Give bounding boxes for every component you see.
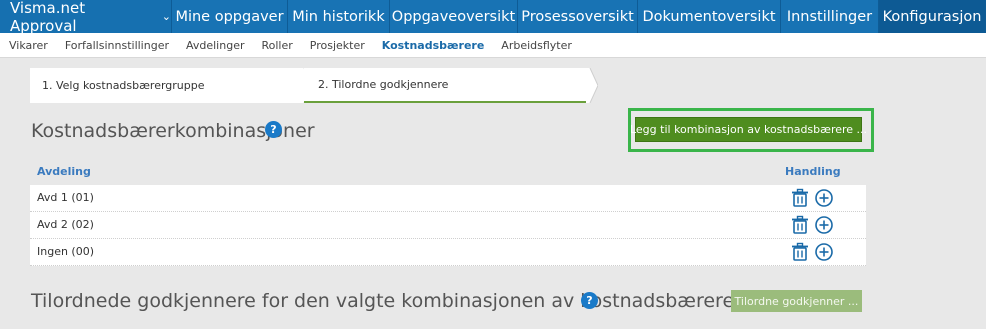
step-1-label: 1. Velg kostnadsbærergruppe: [42, 79, 205, 92]
subnav-roller[interactable]: Roller: [261, 39, 292, 52]
delete-icon[interactable]: [790, 215, 810, 235]
tab-mine-oppgaver[interactable]: Mine oppgaver: [172, 0, 288, 33]
step-2-label: 2. Tilordne godkjennere: [318, 78, 449, 91]
sub-navigation: Vikarer Forfallsinnstillinger Avdelinger…: [0, 33, 986, 58]
app-switcher[interactable]: Visma.net Approval ⌄: [0, 0, 172, 35]
step-2[interactable]: 2. Tilordne godkjennere: [304, 68, 586, 103]
tab-oppgaveoversikt[interactable]: Oppgaveoversikt: [390, 0, 518, 33]
help-icon[interactable]: ?: [581, 292, 598, 309]
subnav-avdelinger[interactable]: Avdelinger: [186, 39, 245, 52]
column-header-avdeling[interactable]: Avdeling: [37, 165, 91, 178]
add-circle-icon[interactable]: [814, 242, 834, 262]
row-dept: Avd 1 (01): [37, 191, 94, 204]
table-row[interactable]: Ingen (00): [30, 239, 866, 266]
table-row[interactable]: Avd 2 (02): [30, 212, 866, 239]
column-header-handling: Handling: [785, 165, 841, 178]
delete-icon[interactable]: [790, 188, 810, 208]
top-navigation: Visma.net Approval ⌄ Mine oppgaver Min h…: [0, 0, 986, 35]
subnav-prosjekter[interactable]: Prosjekter: [310, 39, 365, 52]
step-1[interactable]: 1. Velg kostnadsbærergruppe: [30, 68, 300, 103]
chevron-down-icon: ⌄: [161, 10, 171, 23]
add-combination-button[interactable]: Legg til kombinasjon av kostnadsbærere .…: [630, 117, 867, 142]
row-dept: Avd 2 (02): [37, 218, 94, 231]
subnav-forfallsinnstillinger[interactable]: Forfallsinnstillinger: [65, 39, 169, 52]
tab-min-historikk[interactable]: Min historikk: [288, 0, 390, 33]
subnav-kostnadsbaerere[interactable]: Kostnadsbærere: [382, 39, 485, 52]
tab-konfigurasjon[interactable]: Konfigurasjon: [879, 0, 986, 33]
add-circle-icon[interactable]: [814, 215, 834, 235]
tab-dokumentoversikt[interactable]: Dokumentoversikt: [638, 0, 781, 33]
tab-innstillinger[interactable]: Innstillinger: [781, 0, 879, 33]
app-title: Visma.net Approval: [10, 0, 86, 35]
subnav-vikarer[interactable]: Vikarer: [9, 39, 48, 52]
assigned-approvers-title: Tilordnede godkjennere for den valgte ko…: [31, 290, 735, 312]
row-dept: Ingen (00): [37, 245, 95, 258]
add-circle-icon[interactable]: [814, 188, 834, 208]
assign-approver-button[interactable]: Tilordne godkjenner ...: [731, 290, 862, 312]
wizard-stepper: 1. Velg kostnadsbærergruppe 2. Tilordne …: [30, 68, 598, 103]
step-end-icon: [586, 68, 598, 103]
delete-icon[interactable]: [790, 242, 810, 262]
tab-prosessoversikt[interactable]: Prosessoversikt: [518, 0, 638, 33]
help-icon[interactable]: ?: [265, 121, 282, 138]
subnav-arbeidsflyter[interactable]: Arbeidsflyter: [501, 39, 572, 52]
table-row[interactable]: Avd 1 (01): [30, 185, 866, 212]
